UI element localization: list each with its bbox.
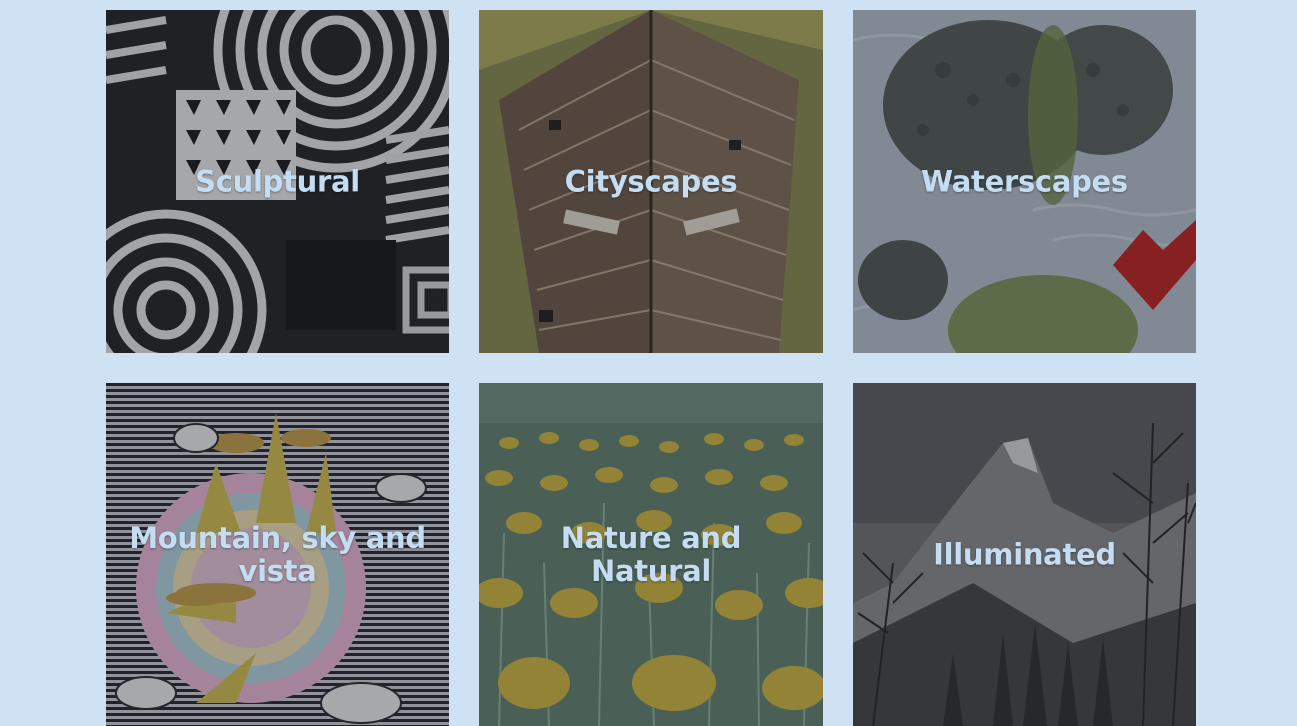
category-tile-illuminated[interactable]: Illuminated bbox=[853, 383, 1196, 726]
category-tile-mountain-sky-vista[interactable]: Mountain, sky and vista bbox=[106, 383, 449, 726]
category-tile-cityscapes[interactable]: Cityscapes bbox=[479, 10, 823, 353]
category-tile-sculptural[interactable]: Sculptural bbox=[106, 10, 449, 353]
category-tile-nature-and-natural[interactable]: Nature and Natural bbox=[479, 383, 823, 726]
category-label: Illuminated bbox=[933, 537, 1116, 571]
category-label: Mountain, sky and vista bbox=[129, 520, 426, 588]
category-label: Nature and Natural bbox=[560, 520, 742, 588]
category-label: Cityscapes bbox=[564, 164, 738, 198]
category-gallery: Sculptural Cityscapes Waterscapes Mounta… bbox=[106, 10, 1196, 726]
category-label: Sculptural bbox=[195, 164, 360, 198]
category-label: Waterscapes bbox=[921, 164, 1128, 198]
category-tile-waterscapes[interactable]: Waterscapes bbox=[853, 10, 1196, 353]
